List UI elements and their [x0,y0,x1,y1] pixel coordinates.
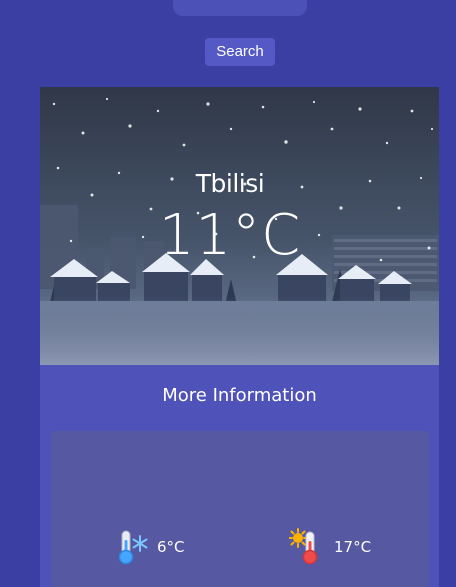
current-temperature: 11°C [158,203,302,268]
thermometer-cold-icon [112,528,150,566]
min-temperature-item: 6°C [112,528,185,566]
search-button[interactable]: Search [205,38,275,66]
more-info-title: More Information [162,385,317,406]
max-temperature-item: 17°C [288,528,372,566]
weather-card: Tbilisi 11°C More Information 6°C 17°C [40,87,439,587]
more-info-panel: 6°C 17°C [51,431,429,587]
thermometer-hot-icon [288,528,327,566]
min-temperature-value: 6°C [157,538,185,556]
city-name: Tbilisi [195,169,265,198]
search-input[interactable] [173,0,307,16]
max-temperature-value: 17°C [334,538,372,556]
